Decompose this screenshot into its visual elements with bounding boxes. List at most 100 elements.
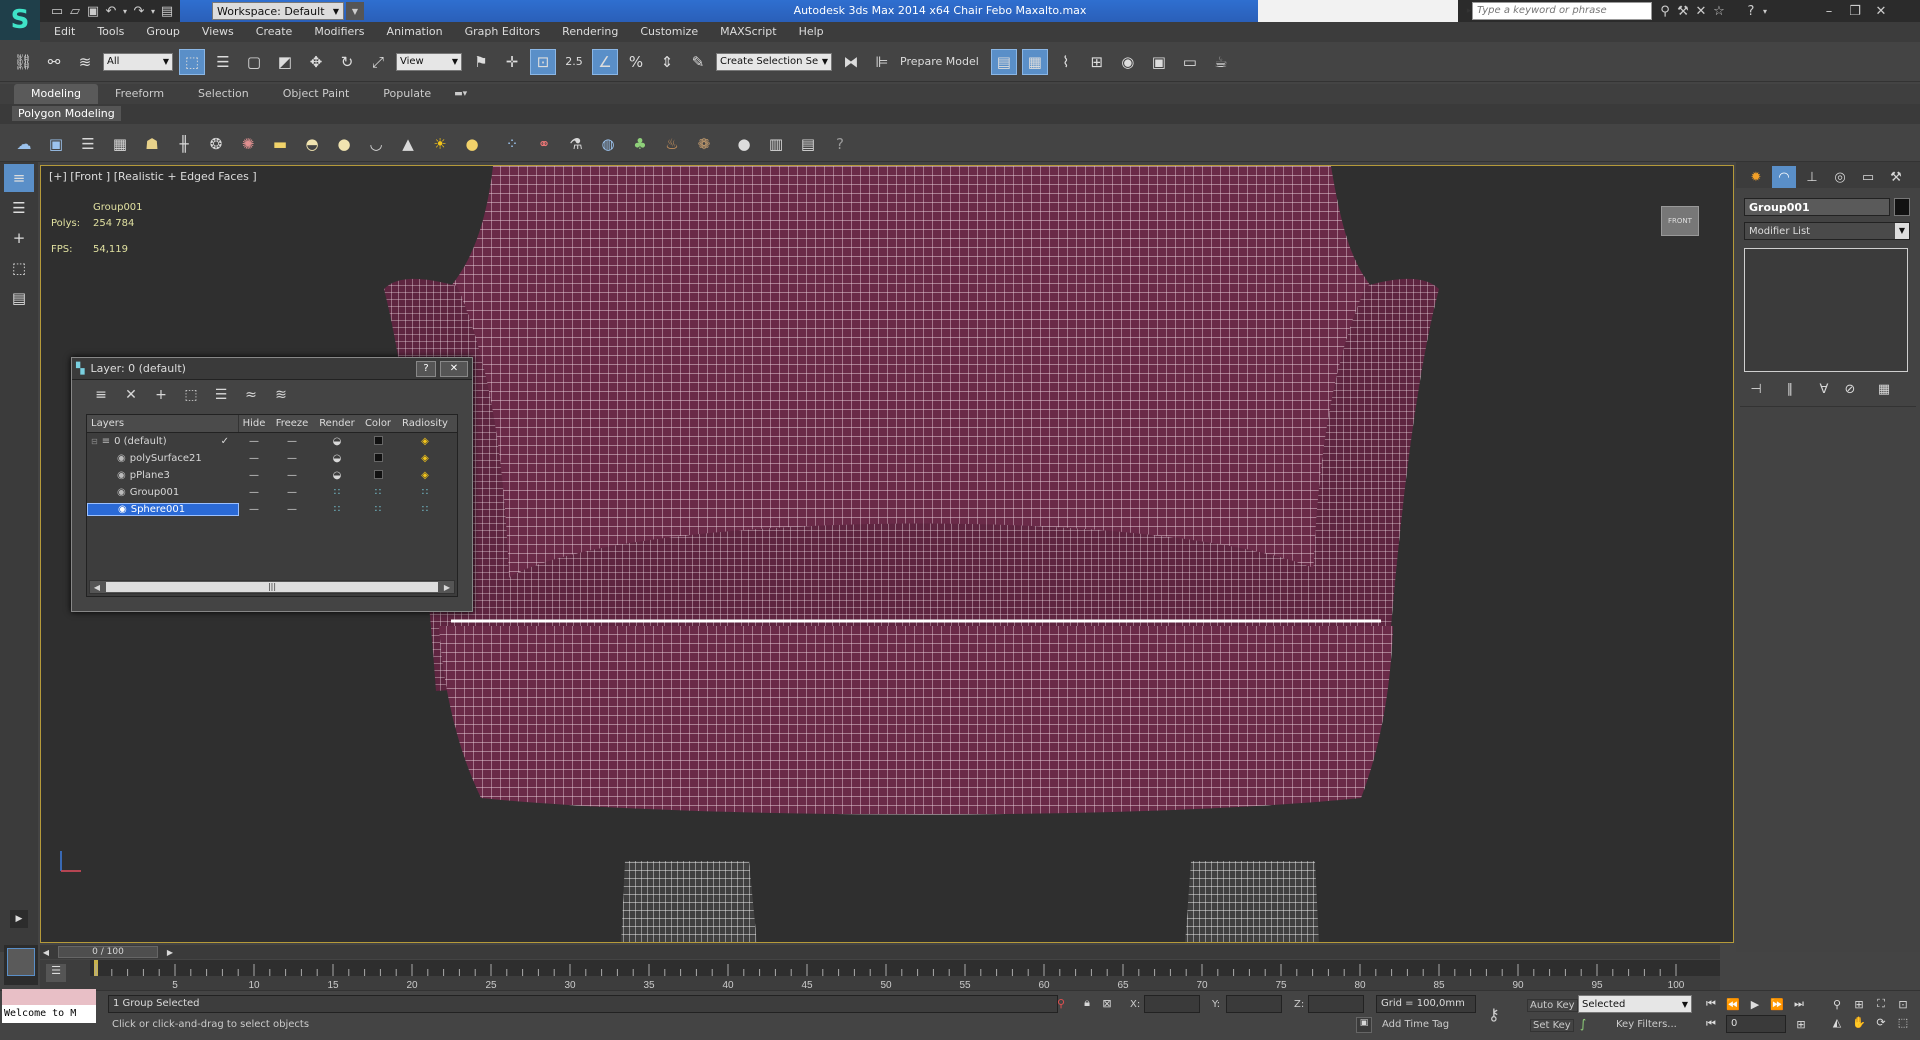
key-tangent-icon[interactable]: ∫: [1580, 1017, 1586, 1031]
layer-color-swatch[interactable]: [359, 452, 397, 465]
minimize-icon[interactable]: –: [1816, 2, 1842, 20]
key-mode-toggle-icon[interactable]: ⏮: [1700, 1015, 1722, 1033]
help-icon[interactable]: ?: [1742, 2, 1760, 20]
restore-icon[interactable]: ❐: [1842, 2, 1868, 20]
rendered-frame-icon[interactable]: ▭: [1177, 49, 1203, 75]
close-icon[interactable]: ✕: [1868, 2, 1894, 20]
layer-radiosity-toggle[interactable]: ◈: [397, 436, 453, 447]
box-icon[interactable]: ▬: [268, 132, 292, 156]
delete-layer-icon[interactable]: ✕: [120, 384, 142, 406]
polygon-modeling-panel[interactable]: Polygon Modeling: [12, 106, 121, 121]
edit-named-selection-icon[interactable]: ✎: [685, 49, 711, 75]
tab-modeling[interactable]: Modeling: [14, 84, 99, 104]
layer-hide-toggle[interactable]: —: [239, 470, 269, 481]
scroll-left-icon[interactable]: ◀: [90, 583, 104, 592]
previous-frame-icon[interactable]: ⏪: [1722, 995, 1744, 1013]
dialog-help-button[interactable]: ?: [416, 360, 436, 377]
binoculars-icon[interactable]: ⚲: [1656, 2, 1674, 20]
teapot-icon[interactable]: ☁: [12, 132, 36, 156]
bowl-icon[interactable]: ◡: [364, 132, 388, 156]
layer-hide-toggle[interactable]: —: [239, 487, 269, 498]
bind-space-warp-icon[interactable]: ≋: [72, 49, 98, 75]
keyboard-shortcut-override-icon[interactable]: ⊡: [530, 48, 556, 75]
globe-icon[interactable]: ◍: [596, 132, 620, 156]
angle-snap-icon[interactable]: ∠: [592, 48, 618, 75]
link-icon[interactable]: ⛓: [10, 49, 36, 75]
col-freeze[interactable]: Freeze: [269, 415, 315, 432]
cloth-icon[interactable]: ⚗: [564, 132, 588, 156]
select-object-icon[interactable]: ⬚: [179, 48, 205, 75]
tab-freeform[interactable]: Freeform: [98, 84, 181, 104]
render-production-icon[interactable]: ☕: [1208, 49, 1234, 75]
field-of-view-icon[interactable]: ◭: [1826, 1013, 1848, 1031]
col-layers[interactable]: Layers: [87, 415, 239, 432]
select-by-name-icon[interactable]: ☰: [210, 49, 236, 75]
shell-icon[interactable]: ❁: [692, 132, 716, 156]
scroll-thumb[interactable]: |||: [106, 582, 438, 592]
remove-modifier-icon[interactable]: ⊘: [1838, 378, 1862, 400]
scale-icon[interactable]: ⤢: [365, 49, 391, 75]
configure-sets-icon[interactable]: ▦: [1872, 378, 1896, 400]
menu-maxscript[interactable]: MAXScript: [709, 22, 787, 42]
layer-color-swatch[interactable]: ∷: [359, 504, 397, 515]
pivot-center-icon[interactable]: ⚑: [468, 49, 494, 75]
menu-customize[interactable]: Customize: [629, 22, 709, 42]
time-tag-icon[interactable]: ▣: [1356, 1017, 1372, 1033]
list-icon[interactable]: ☰: [76, 132, 100, 156]
key-icon[interactable]: ⚷: [1488, 1005, 1500, 1024]
layer-row[interactable]: ⊟ ≡ 0 (default) ✓ — — ◒ ◈: [87, 433, 457, 450]
track-bar-menu-icon[interactable]: ☰: [46, 964, 66, 982]
unlink-icon[interactable]: ⚯: [41, 49, 67, 75]
hemisphere-icon[interactable]: ◓: [300, 132, 324, 156]
hair-icon[interactable]: ♨: [660, 132, 684, 156]
go-to-end-icon[interactable]: ⏭: [1788, 995, 1810, 1013]
next-frame-icon[interactable]: ▶: [164, 948, 176, 957]
spinner-snap-icon[interactable]: ⇕: [654, 49, 680, 75]
z-coordinate-field[interactable]: [1308, 995, 1364, 1013]
menu-views[interactable]: Views: [191, 22, 245, 42]
active-layer-check-icon[interactable]: ✓: [221, 436, 229, 447]
layer-row[interactable]: ◉ pPlane3 — — ◒ ◈: [87, 467, 457, 484]
material-editor-icon[interactable]: ◉: [1115, 49, 1141, 75]
zoom-all-icon[interactable]: ⊞: [1848, 995, 1870, 1013]
object-name-field[interactable]: Group001: [1744, 198, 1890, 216]
menu-graph-editors[interactable]: Graph Editors: [454, 22, 552, 42]
play-icon[interactable]: ▶: [1744, 995, 1766, 1013]
maxscript-listener-top[interactable]: [2, 989, 96, 1005]
go-to-start-icon[interactable]: ⏮: [1700, 995, 1722, 1013]
fence-icon[interactable]: ╫: [172, 132, 196, 156]
layer-render-toggle[interactable]: ∷: [315, 504, 359, 515]
move-icon[interactable]: ✥: [303, 49, 329, 75]
new-file-icon[interactable]: ▭: [48, 2, 66, 20]
col-hide[interactable]: Hide: [239, 415, 269, 432]
object-color-swatch[interactable]: [1894, 198, 1910, 216]
layer-radiosity-toggle[interactable]: ∷: [397, 487, 453, 498]
next-frame-button-icon[interactable]: ⏩: [1766, 995, 1788, 1013]
menu-animation[interactable]: Animation: [376, 22, 454, 42]
auto-key-button[interactable]: Auto Key: [1527, 999, 1578, 1012]
effects-icon[interactable]: ✺: [236, 132, 260, 156]
open-file-icon[interactable]: ▱: [66, 2, 84, 20]
render-setup-icon[interactable]: ▣: [1146, 49, 1172, 75]
key-mode-dropdown[interactable]: Selected ▼: [1578, 995, 1692, 1013]
search-input[interactable]: Type a keyword or phrase: [1472, 2, 1652, 20]
zoom-extents-all-icon[interactable]: ⊡: [1892, 995, 1914, 1013]
menu-edit[interactable]: Edit: [40, 22, 86, 42]
app-logo-button[interactable]: S: [0, 0, 40, 40]
layer-stack-icon[interactable]: ☰: [4, 194, 34, 222]
undo-dropdown-icon[interactable]: ▾: [120, 2, 130, 20]
orbit-icon[interactable]: ⟳: [1870, 1013, 1892, 1031]
scroll-right-icon[interactable]: ▶: [440, 583, 454, 592]
layer-hide-toggle[interactable]: —: [239, 436, 269, 447]
layer-properties-icon[interactable]: ▤: [4, 284, 34, 312]
add-layer-icon[interactable]: +: [4, 224, 34, 252]
snaps-toggle-icon[interactable]: 2.5: [561, 49, 587, 75]
tools-icon[interactable]: ⚒: [1674, 2, 1692, 20]
viewcube[interactable]: FRONT: [1661, 206, 1699, 236]
layer-hide-toggle[interactable]: —: [239, 453, 269, 464]
layer-freeze-toggle[interactable]: —: [269, 487, 315, 498]
layers-icon[interactable]: ≡: [4, 164, 34, 192]
time-config-icon[interactable]: ⊞: [1790, 1015, 1812, 1033]
sphere-icon[interactable]: ●: [332, 132, 356, 156]
mini-curve-toggle[interactable]: [4, 945, 38, 985]
